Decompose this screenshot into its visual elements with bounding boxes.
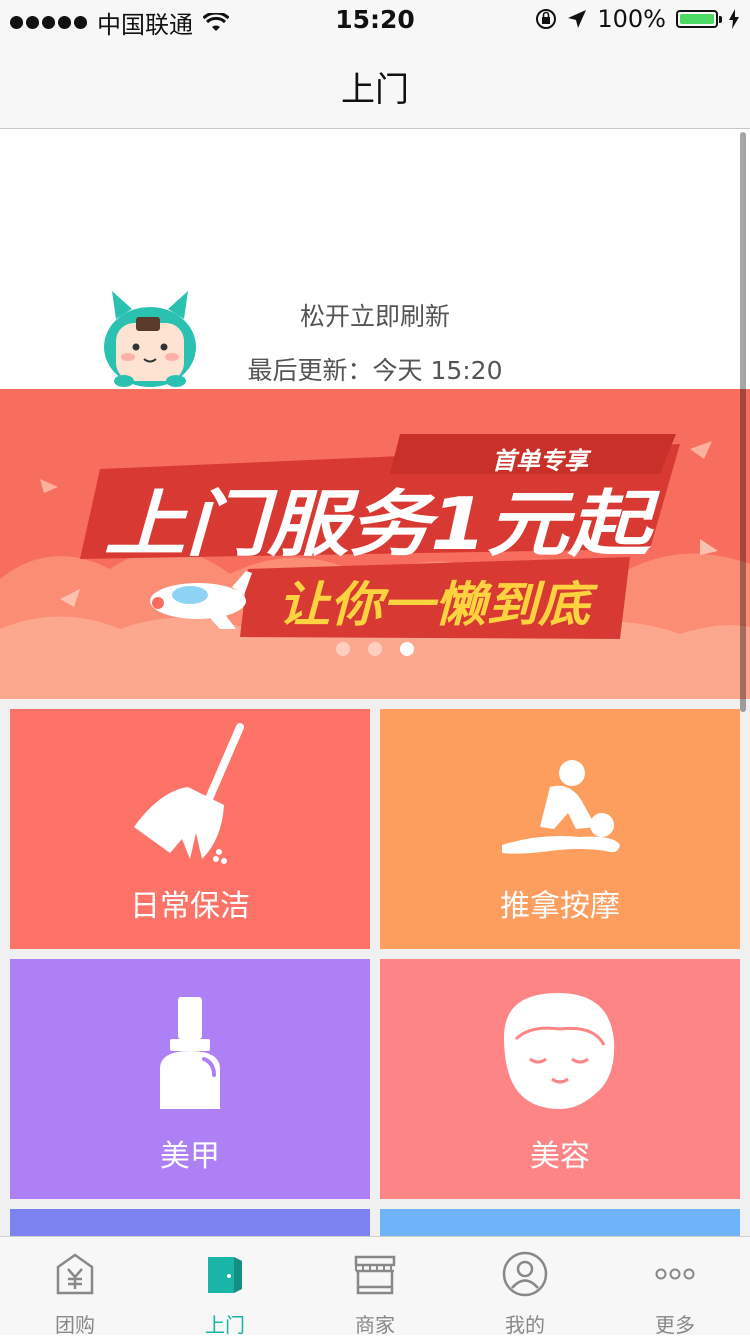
scroll-indicator[interactable] <box>740 132 746 712</box>
tab-merchants[interactable]: 商家 <box>300 1237 450 1337</box>
service-tile-partial-left[interactable] <box>10 1209 370 1239</box>
pull-to-refresh-header: 松开立即刷新 最后更新：今天 15:20 <box>0 129 750 389</box>
battery-percent: 100% <box>597 5 666 33</box>
service-label: 日常保洁 <box>130 889 250 924</box>
banner-subline: 让你一懒到底 <box>278 577 599 633</box>
promo-banner[interactable]: 首单专享 上门服务1元起 让你一懒到底 <box>0 389 750 699</box>
service-tile-beauty[interactable]: 美容 <box>380 959 740 1199</box>
status-bar: 中国联通 15:20 100% <box>0 0 750 40</box>
location-arrow-icon <box>568 10 587 28</box>
page-title: 上门 <box>341 70 409 110</box>
tab-mine[interactable]: 我的 <box>450 1237 600 1337</box>
page-dot[interactable] <box>368 642 382 656</box>
page-dot[interactable] <box>336 642 350 656</box>
tab-bar: 团购 上门 商家 我的 更多 <box>0 1236 750 1337</box>
navigation-bar: 上门 <box>0 40 750 129</box>
charging-bolt-icon <box>729 9 739 29</box>
service-label: 推拿按摩 <box>500 889 620 924</box>
more-icon <box>655 1268 695 1280</box>
service-label: 美甲 <box>160 1139 220 1174</box>
status-right: 100% <box>535 5 740 33</box>
banner-tag: 首单专享 <box>492 447 592 475</box>
profile-icon <box>502 1251 548 1297</box>
service-tile-manicure[interactable]: 美甲 <box>10 959 370 1199</box>
refresh-last-update: 最后更新：今天 15:20 <box>247 356 503 385</box>
tab-group-buy[interactable]: 团购 <box>0 1237 150 1337</box>
service-tile-massage[interactable]: 推拿按摩 <box>380 709 740 949</box>
tab-more[interactable]: 更多 <box>600 1237 750 1337</box>
page-dot-active[interactable] <box>400 642 414 656</box>
service-grid: 日常保洁 推拿按摩 美甲 美容 <box>0 699 750 1239</box>
banner-page-indicator[interactable] <box>0 642 750 656</box>
service-label: 美容 <box>530 1139 590 1174</box>
rotation-lock-icon <box>536 9 557 29</box>
service-tile-cleaning[interactable]: 日常保洁 <box>10 709 370 949</box>
door-icon <box>208 1257 242 1293</box>
tab-door-service[interactable]: 上门 <box>150 1237 300 1337</box>
refresh-release-text: 松开立即刷新 <box>299 302 450 331</box>
store-icon <box>354 1255 396 1295</box>
battery-icon <box>676 10 722 28</box>
service-tile-partial-right[interactable] <box>380 1209 740 1239</box>
banner-headline: 上门服务1元起 <box>104 482 660 566</box>
group-buy-icon <box>56 1253 94 1295</box>
